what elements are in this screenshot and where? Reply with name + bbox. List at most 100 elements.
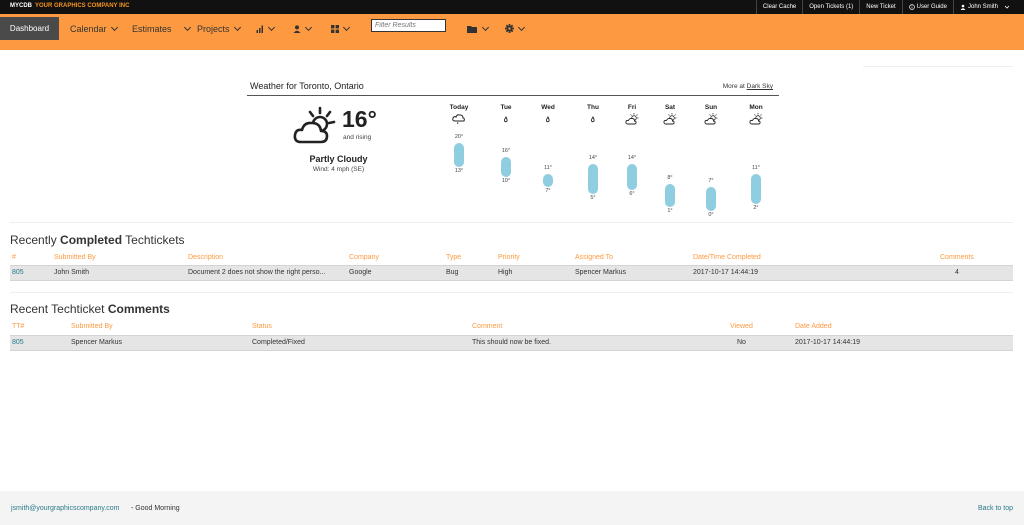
forecast-low: 13° [454, 167, 464, 174]
cell-date-completed: 2017-10-17 14:44:19 [693, 269, 758, 276]
cell-date-added: 2017-10-17 14:44:19 [795, 339, 860, 346]
temperature-range-bar [501, 156, 511, 177]
chevron-down-icon [267, 23, 276, 31]
chevron-down-icon [1004, 5, 1010, 9]
nav-estimates[interactable]: Estimates [132, 17, 191, 40]
gear-icon [505, 24, 514, 33]
cell-status: Completed/Fixed [252, 339, 305, 346]
ticket-number-link[interactable]: 805 [12, 269, 24, 276]
comments-table-header: TT# Submitted By Status Comment Viewed D… [10, 321, 1013, 334]
comments-title-bold: Comments [107, 302, 170, 316]
col-type[interactable]: Type [446, 254, 461, 261]
ticket-number-link[interactable]: 805 [12, 339, 24, 346]
col-date-completed[interactable]: Date/Time Completed [693, 254, 761, 261]
cell-submitted-by: Spencer Markus [71, 339, 122, 346]
cell-priority: High [498, 269, 513, 276]
forecast-day-name: Wed [541, 104, 555, 111]
nav-reports[interactable] [256, 17, 276, 40]
col-submitted-by[interactable]: Submitted By [54, 254, 96, 261]
forecast-day-name: Mon [749, 104, 763, 111]
current-wind: Wind: 4 mph (SE) [312, 166, 365, 173]
open-tickets-link[interactable]: Open Tickets (1) [802, 0, 859, 14]
nav-calendar[interactable]: Calendar [70, 17, 118, 40]
temp-trend: and rising [343, 134, 372, 141]
top-links: Clear Cache Open Tickets (1) New Ticket … [755, 0, 1018, 14]
current-temp: 16° [342, 106, 377, 132]
forecast-low: 1° [667, 208, 673, 215]
partly-cloudy-icon [704, 113, 718, 125]
cell-type: Bug [446, 269, 459, 276]
user-icon [293, 24, 301, 33]
temperature-range-bar [543, 173, 553, 188]
col-priority[interactable]: Priority [498, 254, 520, 261]
nav-projects[interactable]: Projects [197, 17, 241, 40]
col-date-added[interactable]: Date Added [795, 323, 832, 330]
user-guide-label: User Guide [916, 4, 947, 10]
table-row[interactable]: 805 Spencer Markus Completed/Fixed This … [10, 335, 1013, 351]
chevron-down-icon [110, 23, 118, 31]
completed-title-bold: Completed [60, 233, 123, 247]
forecast-day-name: Sun [704, 104, 718, 111]
user-menu[interactable]: John Smith [952, 0, 1018, 14]
forecast-high: 11° [544, 164, 552, 171]
filter-input[interactable] [371, 19, 446, 32]
col-number[interactable]: # [12, 254, 16, 261]
nav-estimates-label: Estimates [132, 23, 172, 34]
forecast-high: 16° [501, 147, 511, 154]
back-to-top-link[interactable]: Back to top [978, 505, 1013, 512]
section-divider [10, 292, 1013, 293]
grid-icon [331, 24, 339, 33]
brand[interactable]: MYCDB YOUR GRAPHICS COMPANY INC [10, 3, 129, 9]
col-comments[interactable]: Comments [940, 254, 974, 261]
col-tt-number[interactable]: TT# [12, 323, 24, 330]
nav-files[interactable] [467, 17, 490, 40]
table-row[interactable]: 805 John Smith Document 2 does not show … [10, 265, 1013, 281]
comments-title-pre: Recent Techticket [10, 302, 105, 316]
footer: jsmith@yourgraphicscompany.com - Good Mo… [0, 491, 1024, 525]
user-name: John Smith [967, 4, 998, 10]
forecast-low: 5° [590, 194, 596, 201]
col-description[interactable]: Description [188, 254, 223, 261]
weather-divider [247, 95, 779, 96]
col-company[interactable]: Company [349, 254, 379, 261]
completed-title-post: Techtickets [125, 233, 185, 247]
nav-settings[interactable] [505, 17, 526, 40]
col-submitted-by[interactable]: Submitted By [71, 323, 113, 330]
chevron-down-icon [233, 23, 241, 31]
forecast-low: 10° [501, 178, 511, 184]
nav-apps[interactable] [331, 17, 351, 40]
divider [863, 66, 1013, 67]
partly-cloudy-icon [293, 106, 336, 144]
col-assigned-to[interactable]: Assigned To [575, 254, 613, 261]
cell-company: Google [349, 269, 372, 276]
temperature-range-bar [454, 143, 464, 167]
nav-projects-label: Projects [197, 23, 230, 34]
user-icon [960, 4, 966, 10]
chevron-down-icon [342, 23, 351, 31]
new-ticket-link[interactable]: New Ticket [859, 0, 901, 14]
weather-source: More at Dark Sky [723, 83, 773, 90]
col-viewed[interactable]: Viewed [730, 323, 753, 330]
user-email-link[interactable]: jsmith@yourgraphicscompany.com [11, 505, 120, 512]
cell-comment: This should now be fixed. [472, 339, 551, 346]
forecast-low: 0° [708, 211, 714, 218]
clear-cache-link[interactable]: Clear Cache [755, 0, 802, 14]
forecast-high: 8° [667, 174, 673, 181]
current-condition: Partly Cloudy [309, 154, 368, 164]
folder-icon [467, 25, 477, 33]
col-comment[interactable]: Comment [472, 323, 502, 330]
nav-dashboard[interactable]: Dashboard [0, 17, 59, 40]
col-status[interactable]: Status [252, 323, 272, 330]
partly-cloudy-icon [663, 113, 677, 125]
forecast-day-name: Today [449, 104, 469, 111]
weather-widget: Weather for Toronto, Ontario More at Dar… [247, 79, 779, 219]
user-guide-link[interactable]: User Guide [901, 0, 953, 14]
completed-title-pre: Recently [10, 233, 57, 247]
greeting: - Good Morning [131, 505, 180, 512]
dark-sky-link[interactable]: Dark Sky [747, 83, 773, 90]
chevron-down-icon [481, 23, 490, 31]
nav-calendar-label: Calendar [70, 23, 107, 34]
nav-users[interactable] [293, 17, 313, 40]
company-name: YOUR GRAPHICS COMPANY INC [35, 3, 130, 9]
bar-chart-icon [256, 25, 263, 33]
